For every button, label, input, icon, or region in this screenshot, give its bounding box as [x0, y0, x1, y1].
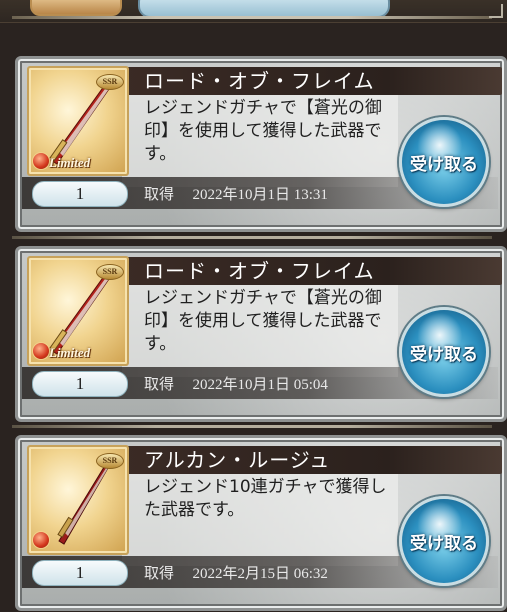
- section-divider: [12, 425, 492, 428]
- corner-ornament-icon: [489, 4, 503, 18]
- weapon-thumbnail[interactable]: SSR: [27, 445, 129, 555]
- acquired-date: 2022年10月1日 13:31: [192, 187, 328, 203]
- acquired-info: 取得 2022年10月1日 13:31: [144, 183, 328, 205]
- limited-tag: Limited: [49, 345, 91, 360]
- fire-element-icon: [32, 152, 50, 170]
- quantity-pill: 1: [32, 181, 128, 207]
- item-description: レジェンドガチャで【蒼光の御印】を使用して獲得した武器です。: [144, 288, 382, 354]
- item-title: アルカン・ルージュ: [144, 448, 331, 472]
- acquired-info: 取得 2022年10月1日 05:04: [144, 373, 328, 395]
- receive-button[interactable]: 受け取る: [399, 307, 489, 397]
- acquired-info: 取得 2022年2月15日 06:32: [144, 562, 328, 584]
- gift-item-card: アルカン・ルージュ レジェンド10連ガチャで獲得した武器です。 SSR 1 取得…: [15, 435, 507, 611]
- item-title: ロード・オブ・フレイム: [144, 259, 375, 283]
- fire-element-icon: [32, 531, 50, 549]
- acquired-label: 取得: [144, 375, 175, 393]
- acquired-date: 2022年10月1日 05:04: [192, 377, 328, 393]
- top-left-button[interactable]: [30, 0, 122, 16]
- gift-item-card: ロード・オブ・フレイム レジェンドガチャで【蒼光の御印】を使用して獲得した武器で…: [15, 246, 507, 422]
- item-description: レジェンド10連ガチャで獲得した武器です。: [144, 477, 387, 520]
- acquired-date: 2022年2月15日 06:32: [192, 566, 328, 582]
- weapon-thumbnail[interactable]: SSR Limited: [27, 66, 129, 176]
- rarity-badge: SSR: [96, 453, 124, 469]
- acquired-label: 取得: [144, 185, 175, 203]
- acquired-label: 取得: [144, 564, 175, 582]
- rarity-badge: SSR: [96, 264, 124, 280]
- top-strip: [0, 0, 507, 23]
- rarity-badge: SSR: [96, 74, 124, 90]
- limited-tag: Limited: [49, 155, 91, 170]
- top-divider: [12, 16, 492, 19]
- item-description: レジェンドガチャで【蒼光の御印】を使用して獲得した武器です。: [144, 98, 382, 164]
- quantity-pill: 1: [32, 560, 128, 586]
- fire-element-icon: [32, 342, 50, 360]
- gift-item-card: ロード・オブ・フレイム レジェンドガチャで【蒼光の御印】を使用して獲得した武器で…: [15, 56, 507, 232]
- section-divider: [12, 236, 492, 239]
- receive-button[interactable]: 受け取る: [399, 496, 489, 586]
- quantity-pill: 1: [32, 371, 128, 397]
- receive-button[interactable]: 受け取る: [399, 117, 489, 207]
- weapon-thumbnail[interactable]: SSR Limited: [27, 256, 129, 366]
- item-title: ロード・オブ・フレイム: [144, 69, 375, 93]
